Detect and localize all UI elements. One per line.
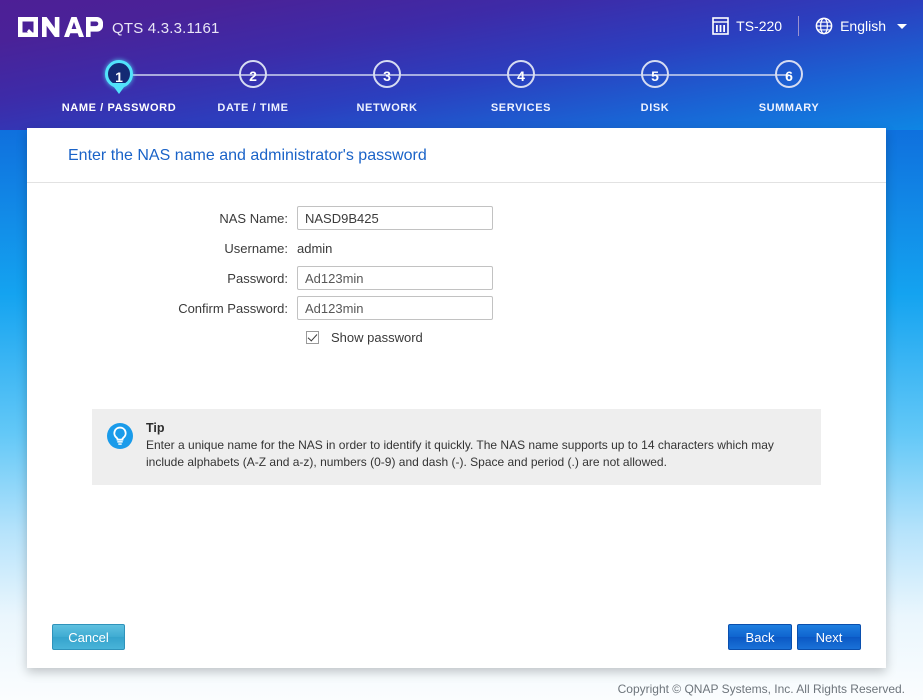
confirm-password-label: Confirm Password:	[178, 300, 288, 316]
username-value: admin	[297, 240, 333, 256]
setup-form: NAS Name: Username: admin Password: Conf…	[27, 183, 886, 345]
next-button[interactable]: Next	[797, 624, 861, 650]
cancel-button[interactable]: Cancel	[52, 624, 125, 650]
nas-name-row: NAS Name:	[27, 204, 886, 232]
header-right-controls: TS-220 English	[712, 13, 907, 39]
show-password-row: Show password	[27, 330, 886, 345]
password-label: Password:	[227, 270, 288, 286]
step-number-3: 3	[373, 60, 401, 88]
page-header: QTS 4.3.3.1161 TS-220 English 1 NAME / P…	[0, 0, 923, 130]
panel-body: NAS Name: Username: admin Password: Conf…	[27, 183, 886, 668]
qts-version-label: QTS 4.3.3.1161	[112, 20, 220, 37]
main-panel: Enter the NAS name and administrator's p…	[27, 128, 886, 668]
password-input[interactable]	[297, 266, 493, 290]
copyright-text: Copyright © QNAP Systems, Inc. All Right…	[617, 682, 905, 696]
nas-model-indicator: TS-220	[712, 17, 782, 35]
step-summary[interactable]: 6 SUMMARY	[719, 56, 859, 114]
globe-icon	[815, 17, 833, 35]
password-row: Password:	[27, 264, 886, 292]
nas-model-label: TS-220	[736, 18, 783, 34]
tip-body: Enter a unique name for the NAS in order…	[146, 438, 774, 470]
step-services[interactable]: 4 SERVICES	[451, 56, 591, 114]
step-number-6: 6	[775, 60, 803, 88]
step-date-time[interactable]: 2 DATE / TIME	[183, 56, 323, 114]
back-button[interactable]: Back	[728, 624, 792, 650]
step-label-5: DISK	[640, 102, 670, 114]
username-label: Username:	[224, 240, 288, 256]
step-disk[interactable]: 5 DISK	[585, 56, 725, 114]
step-label-3: NETWORK	[356, 102, 418, 114]
show-password-label[interactable]: Show password	[331, 330, 423, 345]
step-number-2: 2	[239, 60, 267, 88]
header-topbar: QTS 4.3.3.1161 TS-220 English	[0, 0, 923, 52]
chevron-down-icon	[897, 23, 907, 29]
qnap-logo-icon	[18, 17, 103, 37]
tip-text: Tip Enter a unique name for the NAS in o…	[146, 421, 807, 471]
language-selector[interactable]: English	[815, 17, 907, 35]
qnap-logo	[16, 14, 108, 40]
show-password-checkbox[interactable]	[306, 331, 319, 344]
step-label-6: SUMMARY	[758, 102, 820, 114]
step-label-1: NAME / PASSWORD	[61, 102, 177, 114]
page-title: Enter the NAS name and administrator's p…	[27, 128, 886, 183]
lightbulb-icon	[107, 423, 133, 449]
confirm-password-row: Confirm Password:	[27, 294, 886, 322]
step-number-1: 1	[105, 60, 133, 94]
username-row: Username: admin	[27, 234, 886, 262]
nas-name-input[interactable]	[297, 206, 493, 230]
setup-stepper: 1 NAME / PASSWORD 2 DATE / TIME 3 NETWOR…	[0, 56, 923, 118]
language-label: English	[840, 18, 886, 34]
tip-title: Tip	[146, 421, 165, 435]
step-name-password[interactable]: 1 NAME / PASSWORD	[49, 56, 189, 114]
confirm-password-input[interactable]	[297, 296, 493, 320]
step-network[interactable]: 3 NETWORK	[317, 56, 457, 114]
qts-setup-wizard-page: QTS 4.3.3.1161 TS-220 English 1 NAME / P…	[0, 0, 923, 700]
tip-box: Tip Enter a unique name for the NAS in o…	[92, 409, 821, 486]
step-label-2: DATE / TIME	[217, 102, 289, 114]
step-number-5: 5	[641, 60, 669, 88]
step-number-4: 4	[507, 60, 535, 88]
nas-enclosure-icon	[712, 17, 729, 35]
step-label-4: SERVICES	[490, 102, 552, 114]
header-divider	[798, 16, 800, 36]
nas-name-label: NAS Name:	[219, 210, 288, 226]
